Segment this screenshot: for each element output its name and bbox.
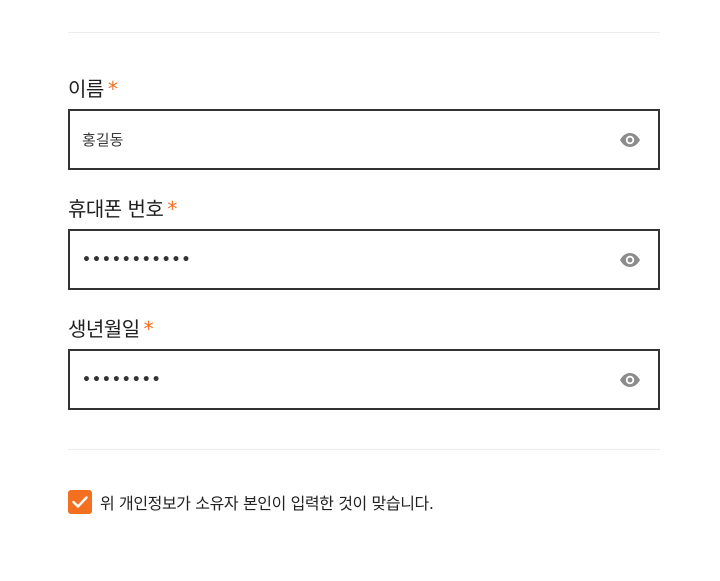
identity-form: 이름 * 홍길동 휴대폰 번호 * ••••••••••• 생년월일 * ••••••… (68, 0, 660, 514)
name-input[interactable]: 홍길동 (68, 109, 660, 170)
consent-row: 위 개인정보가 소유자 본인이 입력한 것이 맞습니다. (68, 490, 660, 514)
name-input-value: 홍길동 (82, 131, 124, 149)
eye-icon[interactable] (618, 128, 642, 152)
checkmark-icon (72, 496, 88, 508)
name-field-group: 이름 * 홍길동 (68, 77, 660, 170)
birthdate-input[interactable]: •••••••• (68, 349, 660, 410)
birthdate-input-value: •••••••• (82, 371, 162, 388)
eye-icon[interactable] (618, 248, 642, 272)
required-mark: * (143, 317, 154, 341)
consent-text: 위 개인정보가 소유자 본인이 입력한 것이 맞습니다. (100, 494, 434, 513)
name-label: 이름 * (68, 77, 118, 101)
phone-field-group: 휴대폰 번호 * ••••••••••• (68, 197, 660, 290)
phone-input-value: ••••••••••• (82, 251, 192, 268)
consent-checkbox[interactable] (68, 490, 92, 514)
required-mark: * (167, 197, 177, 221)
phone-input[interactable]: ••••••••••• (68, 229, 660, 290)
bottom-divider (68, 449, 660, 450)
top-divider (68, 32, 660, 33)
birthdate-label: 생년월일 * (68, 317, 154, 341)
birthdate-field-group: 생년월일 * •••••••• (68, 317, 660, 410)
required-mark: * (107, 77, 118, 101)
eye-icon[interactable] (618, 368, 642, 392)
phone-label: 휴대폰 번호 * (68, 197, 177, 221)
